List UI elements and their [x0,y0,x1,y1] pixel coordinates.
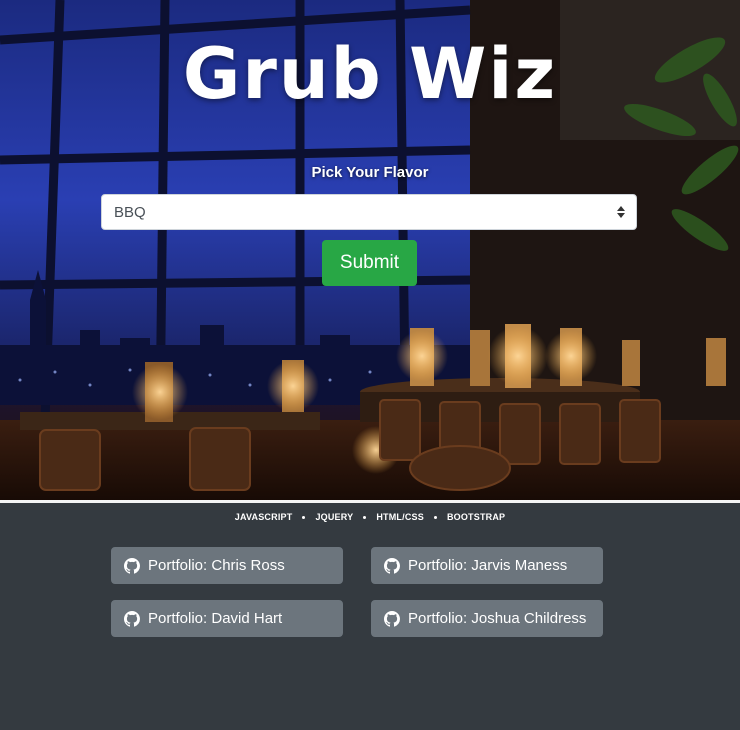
flavor-select-value: BBQ [114,203,146,221]
github-icon [384,610,400,627]
bullet-separator [363,515,367,519]
hero-section: Grub Wiz Pick Your Flavor BBQ Submit [0,0,740,502]
select-arrows-icon [616,204,626,220]
submit-button[interactable]: Submit [322,240,417,286]
tech-item: JQUERY [315,512,354,522]
github-icon [124,610,140,627]
portfolio-label: Portfolio: Chris Ross [148,557,285,574]
flavor-select[interactable]: BBQ [101,194,637,230]
bullet-separator [433,515,437,519]
hero-divider [0,500,740,503]
tech-item: HTML/CSS [376,512,424,522]
tech-item: BOOTSTRAP [446,512,506,522]
portfolio-label: Portfolio: Joshua Childress [408,610,587,627]
portfolio-button-joshua-childress[interactable]: Portfolio: Joshua Childress [371,600,603,637]
portfolio-button-david-hart[interactable]: Portfolio: David Hart [111,600,343,637]
technology-list: JAVASCRIPT JQUERY HTML/CSS BOOTSTRAP [0,512,740,522]
github-icon [384,557,400,574]
portfolio-button-jarvis-maness[interactable]: Portfolio: Jarvis Maness [371,547,603,584]
portfolio-button-chris-ross[interactable]: Portfolio: Chris Ross [111,547,343,584]
bullet-separator [302,515,306,519]
github-icon [124,557,140,574]
app-title: Grub Wiz [182,33,558,115]
portfolio-label: Portfolio: Jarvis Maness [408,557,568,574]
portfolio-label: Portfolio: David Hart [148,610,283,627]
tech-item: JAVASCRIPT [234,512,293,522]
flavor-label: Pick Your Flavor [311,164,429,181]
